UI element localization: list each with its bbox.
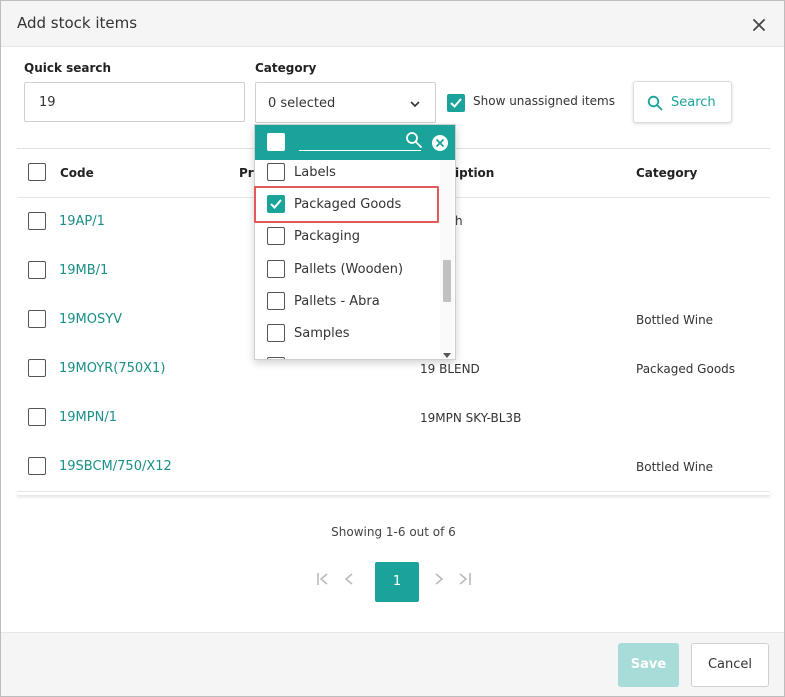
column-header-product[interactable]: Pr <box>239 166 254 180</box>
row-description: 19 BLEND <box>420 362 480 376</box>
row-code-link[interactable]: 19MOYR(750X1) <box>59 361 165 376</box>
category-option-label: Pallets (Wooden) <box>294 262 404 277</box>
quick-search-label: Quick search <box>24 61 112 75</box>
category-option-label: Packaging <box>294 229 360 244</box>
dialog-footer: Save Cancel <box>1 632 784 696</box>
previous-page-icon[interactable] <box>343 572 355 590</box>
row-category: Packaged Goods <box>636 362 736 376</box>
close-icon[interactable] <box>749 15 769 35</box>
row-checkbox[interactable] <box>28 408 46 426</box>
next-page-icon[interactable] <box>433 572 445 590</box>
category-option-partial[interactable] <box>255 351 441 359</box>
search-icon <box>647 95 663 115</box>
category-select[interactable]: 0 selected <box>255 82 436 123</box>
category-option[interactable]: Pallets (Wooden) <box>255 254 441 286</box>
row-checkbox[interactable] <box>28 457 46 475</box>
category-option[interactable]: Packaging <box>255 221 441 253</box>
column-header-code[interactable]: Code <box>60 166 94 180</box>
scrollbar-thumb[interactable] <box>443 260 451 302</box>
row-code-link[interactable]: 19MB/1 <box>59 263 108 278</box>
category-option-label: Labels <box>294 165 336 180</box>
select-all-checkbox[interactable] <box>28 163 46 181</box>
column-header-category[interactable]: Category <box>636 166 697 180</box>
save-button[interactable]: Save <box>618 643 679 687</box>
category-option-checkbox[interactable] <box>267 292 285 310</box>
dialog-header: Add stock items <box>1 1 784 47</box>
last-page-icon[interactable] <box>456 572 472 590</box>
search-button-label: Search <box>671 95 716 110</box>
category-option-checkbox[interactable] <box>267 357 285 359</box>
search-icon <box>405 131 423 153</box>
row-checkbox[interactable] <box>28 212 46 230</box>
select-all-categories-checkbox[interactable] <box>267 133 285 151</box>
row-code-link[interactable]: 19SBCM/750/X12 <box>59 459 172 474</box>
row-checkbox[interactable] <box>28 310 46 328</box>
dropdown-header <box>255 125 455 160</box>
row-category: Bottled Wine <box>636 460 714 474</box>
category-label: Category <box>255 61 317 75</box>
category-dropdown: Labels Packaged Goods Packaging Pallets … <box>254 124 456 360</box>
scroll-down-arrow-icon[interactable] <box>443 348 451 359</box>
row-description: 19MPN SKY-BL3B <box>420 411 522 425</box>
category-option-label: Packaged Goods <box>294 197 402 212</box>
show-unassigned-label: Show unassigned items <box>473 94 615 108</box>
row-checkbox[interactable] <box>28 261 46 279</box>
row-code-link[interactable]: 19MOSYV <box>59 312 122 327</box>
chevron-down-icon <box>409 98 421 108</box>
row-code-link[interactable]: 19AP/1 <box>59 214 105 229</box>
add-stock-items-dialog: Add stock items Quick search Category 0 … <box>0 0 785 697</box>
category-option-label: Samples <box>294 326 350 341</box>
page-button-current[interactable]: 1 <box>375 562 419 602</box>
clear-filter-icon[interactable] <box>431 134 449 156</box>
search-button[interactable]: Search <box>633 81 732 123</box>
category-option-checkbox[interactable] <box>267 227 285 245</box>
category-option[interactable]: Pallets - Abra <box>255 286 441 318</box>
column-header-description[interactable]: iption <box>455 166 494 180</box>
category-option-checkbox[interactable] <box>267 260 285 278</box>
row-category: Bottled Wine <box>636 313 714 327</box>
dialog-title: Add stock items <box>17 14 138 32</box>
dropdown-scrollbar[interactable] <box>440 160 454 359</box>
category-option-checkbox[interactable] <box>267 163 285 181</box>
category-option-checkbox[interactable] <box>267 324 285 342</box>
show-unassigned-checkbox[interactable] <box>447 94 465 112</box>
category-filter-input[interactable] <box>299 131 421 151</box>
quick-search-input[interactable] <box>24 82 245 122</box>
table-bottom-border <box>17 491 770 495</box>
category-option-checkbox[interactable] <box>267 195 285 213</box>
row-checkbox[interactable] <box>28 359 46 377</box>
showing-count: Showing 1-6 out of 6 <box>331 525 456 539</box>
category-selected-value: 0 selected <box>268 96 336 111</box>
category-option-label: Pallets - Abra <box>294 294 380 309</box>
first-page-icon[interactable] <box>316 572 332 590</box>
category-option[interactable]: Samples <box>255 318 441 350</box>
category-option[interactable]: Labels <box>255 157 441 189</box>
row-code-link[interactable]: 19MPN/1 <box>59 410 117 425</box>
row-description: h <box>455 214 463 228</box>
cancel-button[interactable]: Cancel <box>691 643 769 687</box>
category-option[interactable]: Packaged Goods <box>255 189 441 221</box>
